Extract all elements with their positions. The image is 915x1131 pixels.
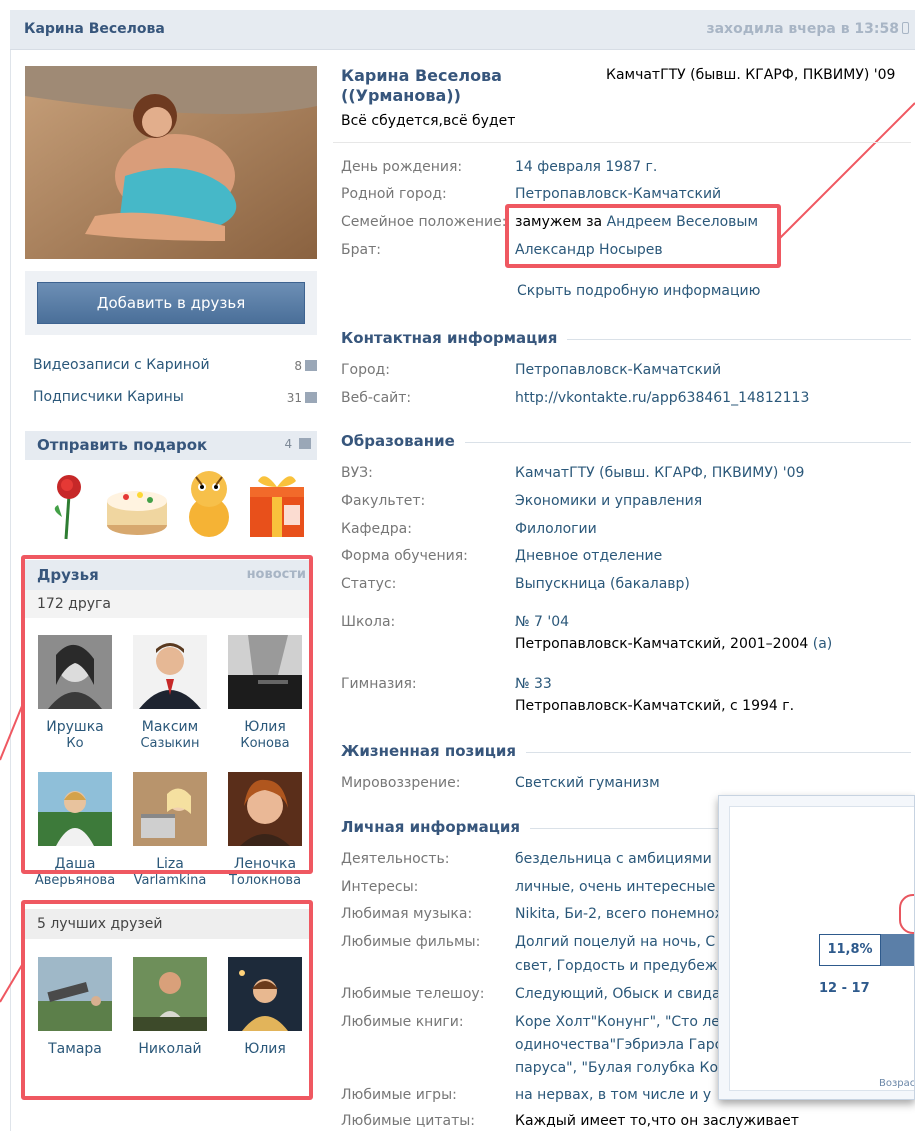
books-link-cont[interactable]: паруса", "Булая голубка Ко [515,1060,718,1076]
study-form-row: Форма обучения: Дневное отделение [341,548,911,572]
row-label: Любимые книги: [341,1014,464,1030]
section-title: Жизненная позиция [341,742,526,760]
row-label: Кафедра: [341,521,412,537]
gymnasium-link[interactable]: № 33 [515,676,552,692]
row-label: Деятельность: [341,851,450,867]
chair-link[interactable]: Филологии [515,521,597,537]
highlight-chart [899,894,914,934]
row-label: Гимназия: [341,676,417,692]
row-label: Родной город: [341,186,447,202]
brother-row: Брат: Александр Носырев [341,242,911,266]
row-label: ВУЗ: [341,465,373,481]
films-link[interactable]: Долгий поцелуй на ночь, С [515,934,715,950]
family-row: Семейное положение: замужем за Андреем В… [341,214,911,238]
activity-link[interactable]: бездельница с амбициями [515,851,712,867]
study-form-link[interactable]: Дневное отделение [515,548,662,564]
city-link[interactable]: Петропавловск-Камчатский [515,362,721,378]
faculty-link[interactable]: Экономики и управления [515,493,702,509]
row-label: День рождения: [341,159,463,175]
worldview-link[interactable]: Светский гуманизм [515,775,660,791]
faculty-row: Факультет: Экономики и управления [341,493,911,517]
section-title: Личная информация [341,818,531,836]
website-link[interactable]: http://vkontakte.ru/app638461_14812113 [515,390,809,406]
row-label: Семейное положение: [341,214,507,230]
row-label: Статус: [341,576,397,592]
interests-link[interactable]: личные, очень интересные [515,879,715,895]
edu-status-row: Статус: Выпускница (бакалавр) [341,576,911,600]
hide-info-link[interactable]: Скрыть подробную информацию [517,283,760,299]
school-row: Школа: № 7 '04 Петропавловск-Камчатский,… [341,614,911,660]
row-label: Школа: [341,614,396,630]
profile-name: Карина Веселова ((Урманова)) [341,66,502,105]
music-link[interactable]: Nikita, Би-2, всего понемнож [515,906,727,922]
tvshows-link[interactable]: Следующий, Обыск и свида [515,986,721,1002]
row-label: Мировоззрение: [341,775,461,791]
section-title: Образование [341,432,465,450]
row-label: Город: [341,362,390,378]
films-link-cont[interactable]: свет, Гордость и предубеж [515,958,717,974]
school-detail: Петропавловск-Камчатский, 2001–2004 (а) [515,636,833,652]
school-class-link[interactable]: (а) [813,636,833,652]
contact-section-header: Контактная информация [341,329,911,349]
birthday-row: День рождения: 14 февраля 1987 г. [341,159,911,183]
quotes-row: Любимые цитаты: Каждый имеет то,что он з… [341,1113,911,1131]
city-row: Город: Петропавловск-Камчатский [341,362,911,386]
bar-value-label: 11,8% [819,934,881,966]
husband-link[interactable]: Андреем Веселовым [607,214,758,230]
books-link[interactable]: Коре Холт"Конунг", "Сто ле [515,1014,720,1030]
gymnasium-row: Гимназия: № 33 Петропавловск-Камчатский,… [341,676,911,722]
chart-footer: Возраст [879,1078,915,1089]
quotes-value: Каждый имеет то,что он заслуживает [515,1113,799,1129]
row-label: Факультет: [341,493,426,509]
bar [881,934,914,966]
row-label: Любимые фильмы: [341,934,481,950]
games-link[interactable]: на нервах, в том числе и у [515,1087,711,1103]
divider [333,142,911,143]
section-title: Контактная информация [341,329,568,347]
family-value: замужем за Андреем Веселовым [515,214,759,230]
brother-link[interactable]: Александр Носырев [515,242,663,258]
row-label: Любимая музыка: [341,906,473,922]
university-link[interactable]: КамчатГТУ (бывш. КГАРФ, ПКВИМУ) '09 [515,465,804,481]
profile-university[interactable]: КамчатГТУ (бывш. КГАРФ, ПКВИМУ) '09 [606,67,895,83]
row-label: Веб-сайт: [341,390,412,406]
hometown-row: Родной город: Петропавловск-Камчатский [341,186,911,210]
university-row: ВУЗ: КамчатГТУ (бывш. КГАРФ, ПКВИМУ) '09 [341,465,911,489]
row-label: Любимые игры: [341,1087,457,1103]
gymnasium-detail: Петропавловск-Камчатский, с 1994 г. [515,698,795,714]
chair-row: Кафедра: Филологии [341,521,911,545]
position-section-header: Жизненная позиция [341,742,911,762]
school-link[interactable]: № 7 '04 [515,614,569,630]
row-label: Любимые телешоу: [341,986,485,1002]
education-section-header: Образование [341,432,911,452]
row-label: Брат: [341,242,381,258]
row-label: Интересы: [341,879,419,895]
bar-category-label: 12 - 17 [819,981,870,996]
edu-status-link[interactable]: Выпускница (бакалавр) [515,576,690,592]
row-label: Любимые цитаты: [341,1113,476,1129]
books-link-cont[interactable]: одиночества"Гэбриэла Гарс [515,1037,722,1053]
row-label: Форма обучения: [341,548,468,564]
birthday-link[interactable]: 14 февраля 1987 г. [515,159,657,175]
hometown-link[interactable]: Петропавловск-Камчатский [515,186,721,202]
stats-popup: 11,8% 12 - 17 Возраст [718,795,915,1100]
website-row: Веб-сайт: http://vkontakte.ru/app638461_… [341,390,911,414]
profile-status: Всё сбудется,всё будет [341,113,516,129]
